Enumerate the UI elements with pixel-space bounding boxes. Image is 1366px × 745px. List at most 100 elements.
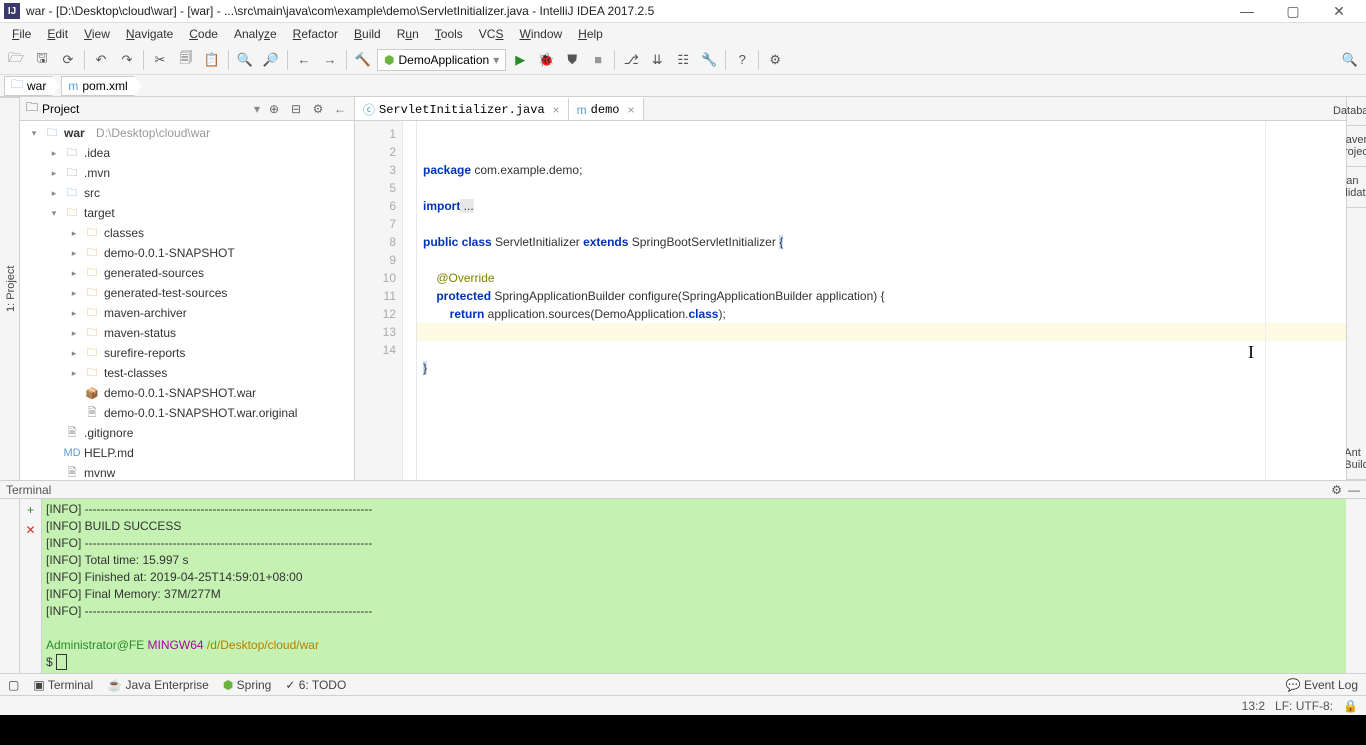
main-toolbar: 🗁 🖫 ⟳ ↶ ↷ ✂ 🗐 📋 🔍 🔎 ← → 🔨 ⬢ DemoApplicat… (0, 45, 1366, 75)
menu-vcs[interactable]: VCS (473, 25, 510, 43)
right-tool-stripe: Database Maven Projects Bean Validation … (1346, 97, 1366, 480)
maximize-button[interactable]: ▢ (1270, 0, 1316, 22)
menu-help[interactable]: Help (572, 25, 609, 43)
find-icon[interactable]: 🔍 (233, 48, 257, 72)
update-icon[interactable]: ⇊ (645, 48, 669, 72)
minimize-button[interactable]: — (1224, 0, 1270, 22)
menu-bar: File Edit View Navigate Code Analyze Ref… (0, 23, 1366, 45)
tab-database[interactable]: Database (1347, 97, 1366, 126)
separator (228, 50, 229, 70)
locate-icon[interactable]: ⊕ (266, 101, 282, 117)
stop-icon[interactable]: ■ (586, 48, 610, 72)
fold-gutter (403, 121, 417, 480)
close-button[interactable]: ✕ (1316, 0, 1362, 22)
left-tool-stripe: 1: Project 7: Structure 2: Favorites Web (0, 97, 20, 480)
lock-icon[interactable]: 🔒 (1343, 699, 1358, 713)
paste-icon[interactable]: 📋 (200, 48, 224, 72)
terminal-panel: Terminal ⚙ — + ✕ [INFO] ----------------… (0, 480, 1366, 673)
hide-icon[interactable]: — (1348, 483, 1360, 497)
vcs-icon[interactable]: ⎇ (619, 48, 643, 72)
menu-file[interactable]: File (6, 25, 37, 43)
toggle-icon[interactable]: ▢ (8, 678, 19, 692)
open-icon[interactable]: 🗁 (4, 48, 28, 72)
debug-icon[interactable]: 🐞 (534, 48, 558, 72)
close-icon[interactable]: ✕ (25, 523, 35, 537)
build-icon[interactable]: 🔨 (351, 48, 375, 72)
hide-icon[interactable]: ← (332, 101, 348, 117)
menu-build[interactable]: Build (348, 25, 387, 43)
tab-terminal[interactable]: ▣ Terminal (33, 678, 93, 692)
terminal-side: + ✕ (20, 499, 42, 673)
menu-run[interactable]: Run (391, 25, 425, 43)
code-editor[interactable]: 123567891011121314 package com.example.d… (355, 121, 1346, 480)
maven-icon: m (68, 79, 78, 93)
separator (143, 50, 144, 70)
separator (346, 50, 347, 70)
project-panel: 🗀 Project ▾ ⊕ ⊟ ⚙ ← ▾🗀war D:\Desktop\clo… (20, 97, 355, 480)
project-title: Project (42, 102, 79, 116)
save-icon[interactable]: 🖫 (30, 48, 54, 72)
search-everywhere-icon[interactable]: 🔍 (1338, 48, 1362, 72)
editor-tabs: ⓒ ServletInitializer.java × m demo × (355, 97, 1346, 121)
replace-icon[interactable]: 🔎 (259, 48, 283, 72)
line-gutter: 123567891011121314 (355, 121, 403, 480)
collapse-icon[interactable]: ⊟ (288, 101, 304, 117)
event-log[interactable]: 💬 Event Log (1286, 678, 1358, 692)
tab-demo[interactable]: m demo × (569, 97, 644, 120)
gear-icon[interactable]: ⚙ (310, 101, 326, 117)
run-config-selector[interactable]: ⬢ DemoApplication ▾ (377, 49, 506, 71)
crumb-file[interactable]: m pom.xml (61, 76, 134, 96)
tab-ant[interactable]: Ant Build (1347, 439, 1366, 480)
sync-icon[interactable]: ⟳ (56, 48, 80, 72)
forward-icon[interactable]: → (318, 48, 342, 72)
tab-maven[interactable]: Maven Projects (1347, 126, 1366, 167)
close-tab-icon[interactable]: × (627, 103, 634, 117)
tab-structure[interactable]: 7: Structure (0, 97, 3, 480)
maven-icon: m (577, 103, 587, 117)
tab-label: demo (591, 103, 620, 117)
tab-todo[interactable]: ✓ 6: TODO (285, 678, 346, 692)
menu-navigate[interactable]: Navigate (120, 25, 179, 43)
menu-code[interactable]: Code (183, 25, 224, 43)
gear-icon[interactable]: ⚙ (1331, 483, 1342, 497)
status-bar: 13:2 LF‎: UTF-8‎: 🔒 (0, 695, 1366, 715)
help-icon[interactable]: ? (730, 48, 754, 72)
terminal-output[interactable]: [INFO] ---------------------------------… (42, 499, 1346, 673)
menu-view[interactable]: View (78, 25, 116, 43)
cut-icon[interactable]: ✂ (148, 48, 172, 72)
menu-window[interactable]: Window (513, 25, 568, 43)
main-area: 1: Project 7: Structure 2: Favorites Web… (0, 97, 1366, 480)
structure-icon[interactable]: ☷ (671, 48, 695, 72)
tab-project[interactable]: 1: Project (3, 97, 19, 480)
editor-area: ⓒ ServletInitializer.java × m demo × 123… (355, 97, 1346, 480)
redo-icon[interactable]: ↷ (115, 48, 139, 72)
tab-bean[interactable]: Bean Validation (1347, 167, 1366, 208)
right-margin (1265, 121, 1266, 480)
menu-refactor[interactable]: Refactor (287, 25, 344, 43)
caret-pos: 13:2 (1242, 699, 1265, 713)
tab-spring[interactable]: ⬢ Spring (223, 678, 272, 692)
settings-icon[interactable]: 🔧 (697, 48, 721, 72)
coverage-icon[interactable]: ⛊ (560, 48, 584, 72)
project-tree[interactable]: ▾🗀war D:\Desktop\cloud\war ▸🗀.idea ▸🗀.mv… (20, 121, 354, 480)
undo-icon[interactable]: ↶ (89, 48, 113, 72)
tab-javaee[interactable]: ☕ Java Enterprise (107, 678, 209, 692)
class-icon: ⓒ (363, 101, 375, 118)
jrebel-icon[interactable]: ⚙ (763, 48, 787, 72)
project-title-icon: 🗀 (26, 98, 38, 119)
project-panel-header: 🗀 Project ▾ ⊕ ⊟ ⚙ ← (20, 97, 354, 121)
spring-icon: ⬢ (384, 53, 394, 67)
menu-tools[interactable]: Tools (429, 25, 469, 43)
tab-servlet[interactable]: ⓒ ServletInitializer.java × (355, 97, 569, 120)
encoding[interactable]: LF‎: UTF-8‎: (1275, 699, 1333, 713)
crumb-root[interactable]: 🗀 war (4, 76, 53, 96)
close-tab-icon[interactable]: × (553, 103, 560, 117)
back-icon[interactable]: ← (292, 48, 316, 72)
menu-analyze[interactable]: Analyze (228, 25, 283, 43)
run-icon[interactable]: ▶ (508, 48, 532, 72)
copy-icon[interactable]: 🗐 (174, 48, 198, 72)
code-content[interactable]: package com.example.demo; import ... pub… (417, 121, 1346, 480)
menu-edit[interactable]: Edit (41, 25, 74, 43)
add-icon[interactable]: + (27, 503, 34, 517)
dropdown-icon[interactable]: ▾ (254, 102, 260, 116)
